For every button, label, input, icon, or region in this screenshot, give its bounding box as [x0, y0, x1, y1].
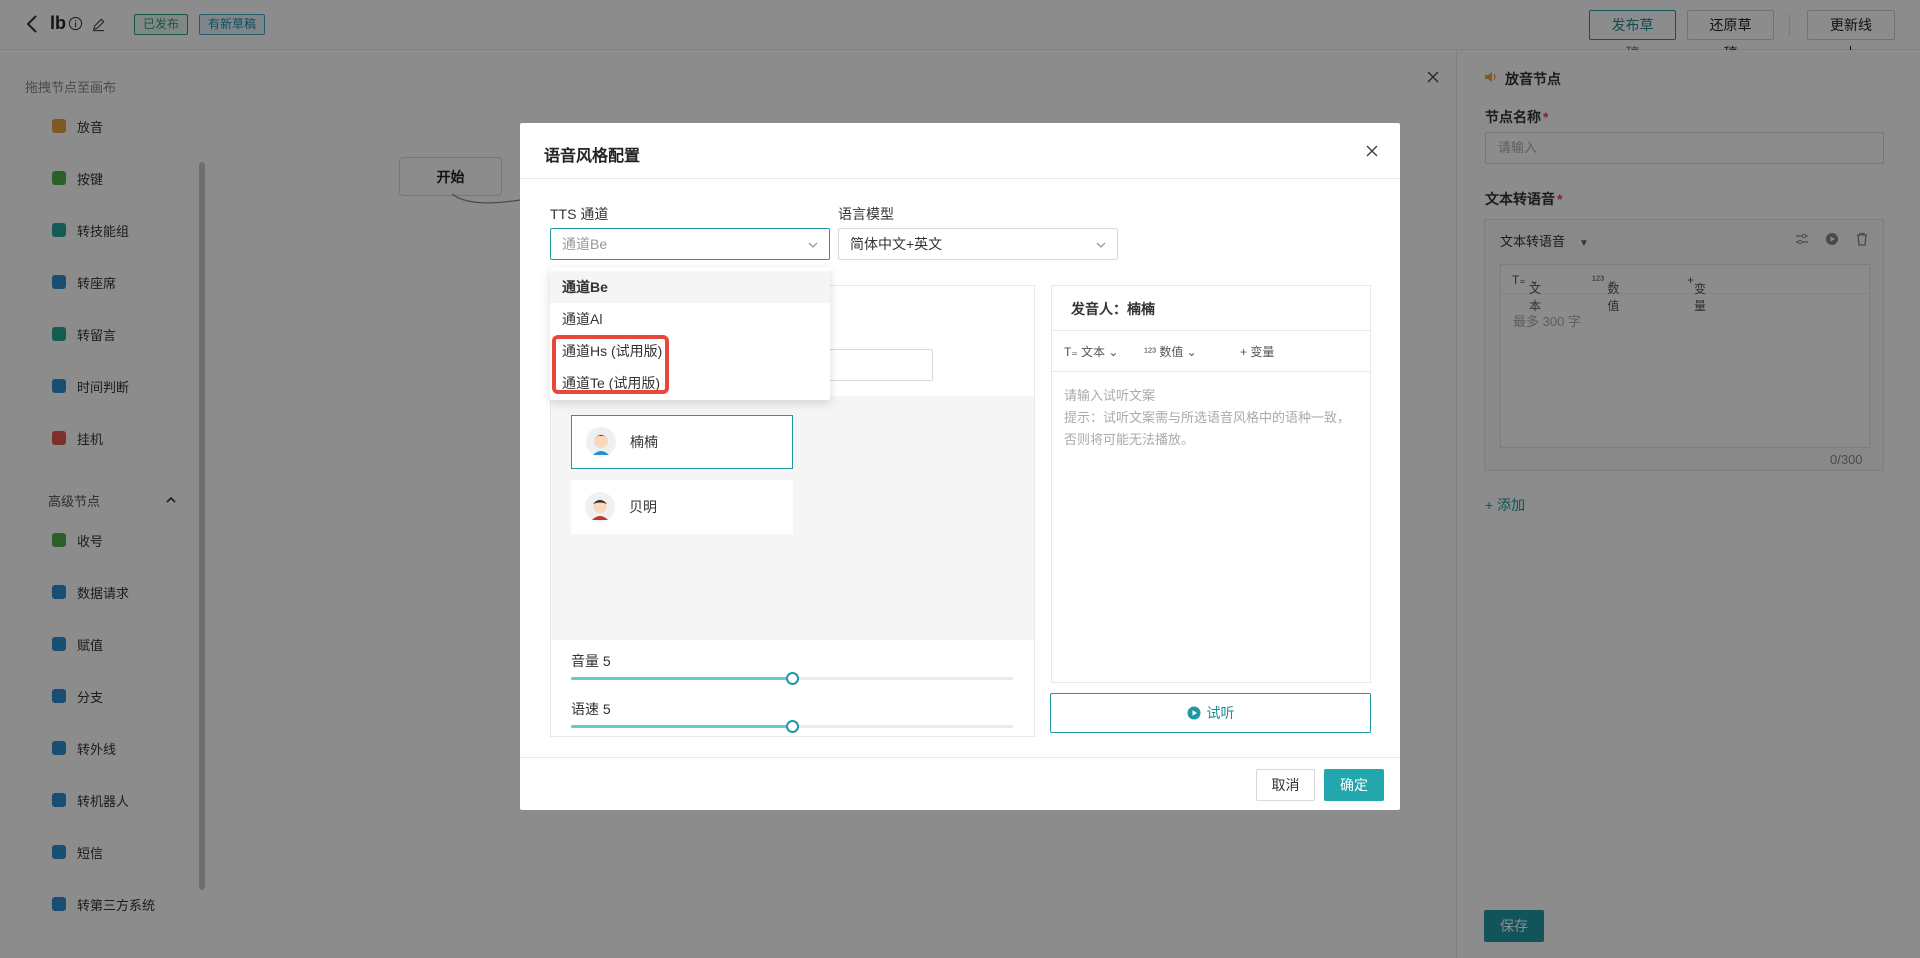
preview-hint: 提示：试听文案需与所选语音风格中的语种一致，否则将可能无法播放。	[1064, 410, 1351, 447]
language-model-label: 语言模型	[838, 206, 894, 222]
speed-slider[interactable]	[571, 720, 1013, 733]
dropdown-option[interactable]: 通道Al	[550, 303, 830, 335]
language-model-value: 简体中文+英文	[850, 236, 943, 252]
close-icon[interactable]	[1365, 144, 1379, 158]
speed-slider-handle[interactable]	[786, 720, 799, 733]
confirm-button[interactable]: 确定	[1324, 769, 1384, 801]
highlight-annotation	[552, 335, 669, 394]
volume-slider-handle[interactable]	[786, 672, 799, 685]
preview-toolbar-divider	[1052, 371, 1370, 372]
volume-slider-fill	[571, 677, 792, 680]
cancel-button[interactable]: 取消	[1256, 769, 1315, 801]
speaker-label: 发音人：楠楠	[1071, 301, 1155, 317]
preview-divider	[1052, 330, 1370, 331]
preview-placeholder: 请输入试听文案	[1064, 388, 1156, 403]
insert-number-button[interactable]: ¹²³ 数值 ⌄	[1144, 343, 1197, 360]
insert-text-button[interactable]: T₌ 文本 ⌄	[1064, 343, 1118, 360]
tts-channel-select[interactable]: 通道Be	[550, 228, 830, 260]
listen-label: 试听	[1206, 705, 1235, 721]
play-icon	[1187, 706, 1200, 720]
modal-title: 语音风格配置	[544, 148, 641, 165]
chevron-down-icon	[1096, 242, 1106, 248]
preview-text-input[interactable]: 请输入试听文案 提示：试听文案需与所选语音风格中的语种一致，否则将可能无法播放。	[1064, 385, 1362, 451]
tts-channel-label: TTS 通道	[550, 206, 609, 222]
language-model-select[interactable]: 简体中文+英文	[838, 228, 1118, 260]
voice-style-modal: 语音风格配置 TTS 通道 通道Be 语言模型 简体中文+英文 楠楠 贝明 音量…	[520, 123, 1400, 810]
speed-slider-fill	[571, 725, 792, 728]
voice-card[interactable]: 楠楠	[571, 415, 793, 469]
modal-footer-divider	[520, 757, 1400, 758]
tts-channel-value: 通道Be	[562, 236, 608, 252]
voice-card[interactable]: 贝明	[571, 480, 793, 534]
speed-label: 语速 5	[571, 701, 611, 717]
voice-name: 楠楠	[630, 434, 658, 450]
volume-slider[interactable]	[571, 672, 1013, 685]
tool-variable-label: 变量	[1250, 345, 1275, 359]
tool-text-label: 文本	[1081, 345, 1106, 359]
avatar	[585, 492, 615, 522]
modal-divider	[520, 178, 1400, 179]
dropdown-option[interactable]: 通道Be	[550, 271, 830, 303]
tool-number-label: 数值	[1159, 345, 1184, 359]
volume-label: 音量 5	[571, 653, 611, 669]
listen-button[interactable]: 试听	[1050, 693, 1371, 733]
avatar	[586, 427, 616, 457]
voice-name: 贝明	[629, 499, 657, 515]
insert-variable-button[interactable]: + 变量	[1240, 343, 1274, 360]
chevron-down-icon	[808, 242, 818, 248]
